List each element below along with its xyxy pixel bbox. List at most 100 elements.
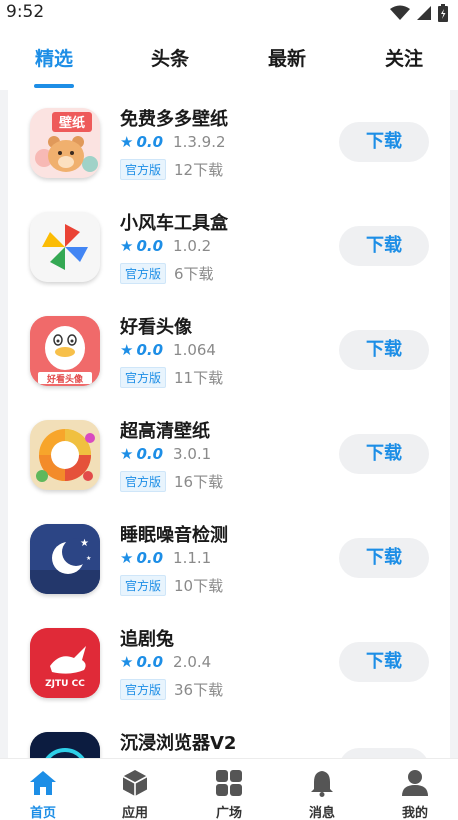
top-tabs: 精选 头条 最新 关注: [0, 26, 458, 90]
rating-value: 0.0: [136, 445, 164, 463]
icon-text: 壁纸: [59, 115, 85, 131]
signal-icon: [417, 6, 431, 20]
tab-following[interactable]: 关注: [374, 44, 434, 71]
tab-headlines[interactable]: 头条: [140, 44, 200, 71]
app-rating: ★ 0.0 1.1.1: [120, 549, 211, 567]
nav-label: 消息: [308, 806, 335, 820]
app-meta: 官方版 12下载: [120, 159, 223, 180]
home-icon: [30, 771, 56, 795]
app-name: 好看头像: [120, 317, 192, 338]
app-version: 1.1.1: [173, 549, 212, 567]
download-count: 6下载: [174, 265, 214, 283]
app-list-item[interactable]: 好看头像 好看头像 ★ 0.0 1.064 官方版 11下载 下载: [8, 298, 450, 402]
app-name: 超高清壁纸: [120, 421, 210, 442]
download-count: 12下载: [174, 161, 224, 179]
download-button[interactable]: [339, 748, 429, 758]
app-version: 1.064: [173, 341, 216, 359]
wallpaper-bear-icon: 壁纸: [30, 108, 100, 178]
browser-icon: [30, 732, 100, 758]
official-badge: 官方版: [120, 471, 167, 492]
star-icon: ★: [120, 653, 134, 671]
grid-icon: [216, 770, 242, 796]
app-name: 睡眠噪音检测: [120, 525, 228, 546]
app-meta: 官方版 36下载: [120, 679, 223, 700]
official-badge: 官方版: [120, 575, 167, 596]
download-count: 10下载: [174, 577, 224, 595]
bottom-nav: 首页 应用 广场 消息 我的: [0, 758, 458, 820]
wifi-icon: [390, 5, 410, 20]
app-rating: ★ 0.0 2.0.4: [120, 653, 211, 671]
app-rating: ★ 0.0 1.064: [120, 341, 216, 359]
rating-value: 0.0: [136, 549, 164, 567]
icon-text: 好看头像: [46, 373, 84, 385]
svg-text:★: ★: [80, 538, 89, 549]
rating-value: 0.0: [136, 133, 164, 151]
duck-avatar-icon: 好看头像: [30, 316, 100, 386]
download-button[interactable]: 下载: [339, 434, 429, 474]
battery-icon: [438, 4, 448, 22]
nav-apps[interactable]: 应用: [100, 759, 170, 820]
download-button[interactable]: 下载: [339, 122, 429, 162]
official-badge: 官方版: [120, 159, 167, 180]
nav-profile[interactable]: 我的: [380, 759, 450, 820]
download-button[interactable]: 下载: [339, 330, 429, 370]
download-button[interactable]: 下载: [339, 226, 429, 266]
nav-label: 首页: [29, 806, 56, 820]
tab-featured[interactable]: 精选: [24, 44, 84, 71]
app-rating: ★ 0.0 1.3.9.2: [120, 133, 226, 151]
icon-text: ZJTU CC: [45, 679, 85, 689]
status-time: 9:52: [6, 2, 45, 22]
app-meta: 官方版 16下载: [120, 471, 223, 492]
status-bar: 9:52: [0, 0, 458, 26]
svg-text:★: ★: [86, 555, 91, 562]
pinwheel-icon: [30, 212, 100, 282]
app-list-item[interactable]: 超高清壁纸 ★ 0.0 3.0.1 官方版 16下载 下载: [8, 402, 450, 506]
nav-label: 应用: [121, 806, 148, 820]
app-rating: ★ 0.0 3.0.1: [120, 445, 211, 463]
official-badge: 官方版: [120, 263, 167, 284]
download-count: 11下载: [174, 369, 224, 387]
rabbit-icon: ZJTU CC: [30, 628, 100, 698]
moon-icon: ★ ★: [30, 524, 100, 594]
star-icon: ★: [120, 237, 134, 255]
user-icon: [402, 770, 428, 796]
star-icon: ★: [120, 341, 134, 359]
app-list-item[interactable]: ★ ★ 睡眠噪音检测 ★ 0.0 1.1.1 官方版 10下载 下载: [8, 506, 450, 610]
app-rating: ★ 0.0 1.0.2: [120, 237, 211, 255]
app-name: 沉浸浏览器V2: [120, 733, 237, 754]
download-count: 16下载: [174, 473, 224, 491]
status-icons: [390, 4, 448, 22]
app-list-item[interactable]: ZJTU CC 追剧兔 ★ 0.0 2.0.4 官方版 36下载 下载: [8, 610, 450, 714]
active-tab-indicator: [34, 84, 74, 88]
bell-icon: [311, 771, 333, 797]
app-list: 壁纸 免费多多壁纸 ★ 0.0 1.3.9.2 官方版 12下载 下载 小风车工…: [8, 90, 450, 758]
nav-square[interactable]: 广场: [194, 759, 264, 820]
nav-home[interactable]: 首页: [8, 759, 78, 820]
app-meta: 官方版 11下载: [120, 367, 223, 388]
app-version: 3.0.1: [173, 445, 212, 463]
app-name: 追剧兔: [120, 629, 174, 650]
nav-messages[interactable]: 消息: [287, 759, 357, 820]
rating-value: 0.0: [136, 653, 164, 671]
app-list-item[interactable]: 小风车工具盒 ★ 0.0 1.0.2 官方版 6下载 下载: [8, 194, 450, 298]
nav-label: 我的: [401, 806, 428, 820]
download-button[interactable]: 下载: [339, 538, 429, 578]
app-list-item[interactable]: 壁纸 免费多多壁纸 ★ 0.0 1.3.9.2 官方版 12下载 下载: [8, 90, 450, 194]
rating-value: 0.0: [136, 237, 164, 255]
official-badge: 官方版: [120, 679, 167, 700]
star-icon: ★: [120, 549, 134, 567]
app-version: 1.0.2: [173, 237, 212, 255]
app-meta: 官方版 10下载: [120, 575, 223, 596]
app-list-item[interactable]: 沉浸浏览器V2: [8, 714, 450, 758]
app-version: 2.0.4: [173, 653, 212, 671]
official-badge: 官方版: [120, 367, 167, 388]
color-ring-icon: [30, 420, 100, 490]
tab-latest[interactable]: 最新: [257, 44, 317, 71]
rating-value: 0.0: [136, 341, 164, 359]
download-button[interactable]: 下载: [339, 642, 429, 682]
nav-label: 广场: [215, 806, 242, 820]
star-icon: ★: [120, 133, 134, 151]
star-icon: ★: [120, 445, 134, 463]
cube-icon: [122, 770, 148, 796]
app-name: 小风车工具盒: [120, 213, 228, 234]
